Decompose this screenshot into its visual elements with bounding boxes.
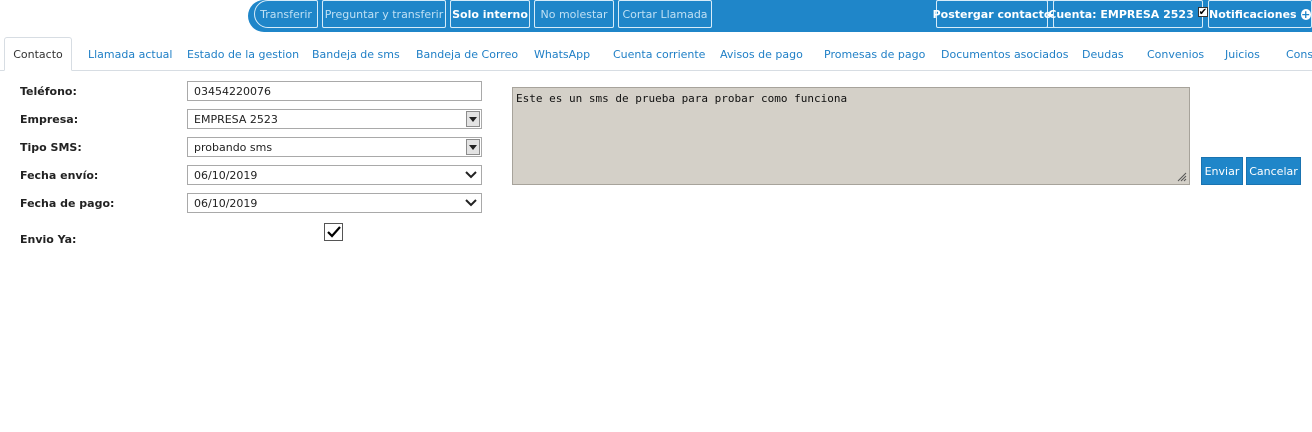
checkmark-icon — [327, 226, 341, 238]
chevron-down-icon[interactable] — [465, 170, 477, 180]
fecha-envio-input[interactable]: 06/10/2019 — [187, 165, 482, 185]
tab-cuenta-corriente[interactable]: Cuenta corriente — [613, 37, 705, 71]
tab-estado-gestion[interactable]: Estado de la gestion — [187, 37, 299, 71]
tab-deudas[interactable]: Deudas — [1082, 37, 1124, 71]
tab-juicios[interactable]: Juicios — [1225, 37, 1260, 71]
empresa-select-value: EMPRESA 2523 — [194, 112, 278, 126]
tab-llamada-actual[interactable]: Llamada actual — [88, 37, 172, 71]
no-molestar-button[interactable]: No molestar — [534, 0, 614, 28]
tab-documentos-asociados[interactable]: Documentos asociados — [941, 37, 1068, 71]
cuenta-button[interactable]: Cuenta: EMPRESA 2523 ✔ — [1048, 0, 1208, 28]
resize-grip-icon[interactable] — [1175, 170, 1187, 182]
preguntar-transferir-button[interactable]: Preguntar y transferir — [322, 0, 446, 28]
fecha-envio-value: 06/10/2019 — [194, 168, 258, 182]
tipo-sms-select[interactable]: probando sms — [187, 137, 482, 157]
telefono-label: Teléfono: — [20, 85, 77, 98]
dropdown-arrow-icon[interactable] — [466, 111, 480, 127]
tab-avisos-pago[interactable]: Avisos de pago — [720, 37, 803, 71]
tab-contacto[interactable]: Contacto — [4, 37, 72, 71]
sms-message-text: Este es un sms de prueba para probar com… — [516, 92, 848, 105]
notificaciones-button[interactable]: Notificaciones + — [1208, 0, 1312, 28]
envio-ya-label: Envio Ya: — [20, 233, 77, 246]
enviar-button[interactable]: Enviar — [1201, 157, 1243, 185]
postergar-contacto-button[interactable]: Postergar contacto — [933, 0, 1051, 28]
envio-ya-checkbox[interactable] — [324, 223, 343, 241]
tab-cons[interactable]: Cons — [1286, 37, 1312, 71]
tab-bandeja-correo[interactable]: Bandeja de Correo — [416, 37, 518, 71]
notificaciones-label: Notificaciones — [1209, 7, 1297, 21]
tipo-sms-label: Tipo SMS: — [20, 141, 82, 154]
transferir-button[interactable]: Transferir — [254, 0, 318, 28]
solo-interno-button[interactable]: Solo interno — [450, 0, 530, 28]
tab-bandeja-sms[interactable]: Bandeja de sms — [312, 37, 400, 71]
cancelar-button[interactable]: Cancelar — [1246, 157, 1301, 185]
tipo-sms-select-value: probando sms — [194, 140, 273, 154]
cortar-llamada-button[interactable]: Cortar Llamada — [618, 0, 712, 28]
cuenta-checkbox[interactable]: ✔ — [1197, 7, 1208, 18]
tab-promesas-pago[interactable]: Promesas de pago — [824, 37, 925, 71]
sms-message-textarea[interactable]: Este es un sms de prueba para probar com… — [512, 87, 1190, 185]
telefono-input[interactable]: 03454220076 — [187, 81, 482, 101]
fecha-pago-input[interactable]: 06/10/2019 — [187, 193, 482, 213]
fecha-pago-label: Fecha de pago: — [20, 197, 115, 210]
tab-bar: Contacto Llamada actual Estado de la ges… — [0, 37, 1312, 71]
dropdown-arrow-icon[interactable] — [466, 139, 480, 155]
cuenta-label: Cuenta: EMPRESA 2523 — [1048, 7, 1194, 21]
fecha-pago-value: 06/10/2019 — [194, 196, 258, 210]
empresa-select[interactable]: EMPRESA 2523 — [187, 109, 482, 129]
fecha-envio-label: Fecha envío: — [20, 169, 99, 182]
tab-whatsapp[interactable]: WhatsApp — [534, 37, 590, 71]
plus-circle-icon: + — [1300, 7, 1311, 21]
tab-convenios[interactable]: Convenios — [1147, 37, 1204, 71]
empresa-label: Empresa: — [20, 113, 79, 126]
chevron-down-icon[interactable] — [465, 198, 477, 208]
